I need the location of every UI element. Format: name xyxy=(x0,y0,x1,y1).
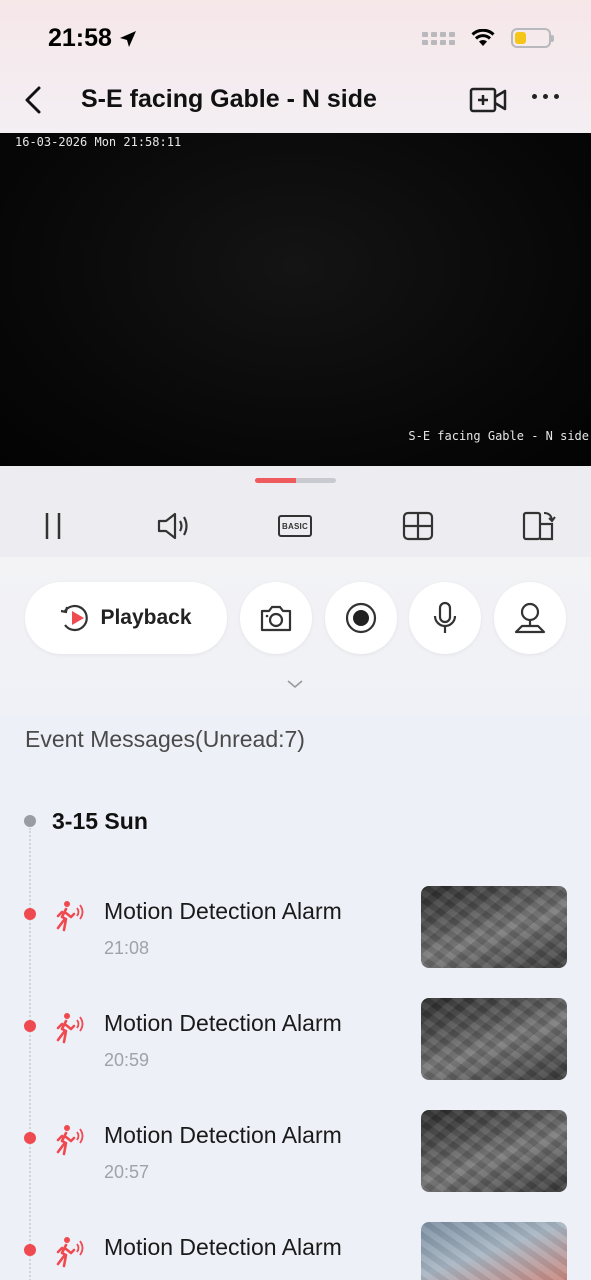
event-time: 20:57 xyxy=(104,1162,150,1182)
buffer-progress xyxy=(255,478,336,483)
event-item[interactable]: Motion Detection Alarm 21:08 xyxy=(0,886,591,988)
chevron-down-icon xyxy=(287,680,303,689)
battery-icon xyxy=(511,28,554,48)
status-right xyxy=(422,28,554,48)
event-thumbnail[interactable] xyxy=(421,1110,567,1192)
microphone-icon xyxy=(433,601,457,633)
quality-button[interactable]: BASIC xyxy=(277,510,313,542)
motion-alarm-icon xyxy=(56,1013,84,1044)
event-thumbnail[interactable] xyxy=(421,998,567,1080)
event-title: Motion Detection Alarm xyxy=(104,1010,342,1036)
playback-icon xyxy=(61,604,89,632)
talk-button[interactable] xyxy=(409,582,481,654)
wifi-icon xyxy=(471,29,495,46)
video-camera-name: S-E facing Gable - N side xyxy=(408,429,589,443)
video-timestamp: 16-03-2026 Mon 21:58:11 xyxy=(15,135,182,149)
more-icon xyxy=(532,94,537,99)
live-video[interactable]: 16-03-2026 Mon 21:58:11 S-E facing Gable… xyxy=(0,133,591,466)
event-time: 20:59 xyxy=(104,1050,150,1070)
add-camera-button[interactable] xyxy=(469,86,507,119)
sound-button[interactable] xyxy=(155,510,193,542)
unread-dot xyxy=(24,1244,36,1256)
action-bar: Playback xyxy=(0,557,591,715)
quality-icon: BASIC xyxy=(278,515,312,537)
status-time: 21:58 xyxy=(48,24,138,53)
event-title: Motion Detection Alarm xyxy=(104,1234,342,1260)
day-label: 3-15 Sun xyxy=(52,808,148,834)
rotate-screen-icon xyxy=(522,511,556,541)
more-button[interactable] xyxy=(532,94,559,99)
page-title: S-E facing Gable - N side xyxy=(81,85,377,113)
event-item[interactable]: Motion Detection Alarm xyxy=(0,1222,591,1280)
event-title: Motion Detection Alarm xyxy=(104,1122,342,1148)
event-item[interactable]: Motion Detection Alarm 20:59 xyxy=(0,998,591,1100)
camera-icon xyxy=(260,605,292,632)
record-button[interactable] xyxy=(325,582,397,654)
event-thumbnail[interactable] xyxy=(421,1222,567,1280)
pause-button[interactable] xyxy=(38,510,68,542)
buffer-progress-fill xyxy=(255,478,296,483)
event-item[interactable]: Motion Detection Alarm 20:57 xyxy=(0,1110,591,1212)
motion-alarm-icon xyxy=(56,901,84,932)
snapshot-button[interactable] xyxy=(240,582,312,654)
ptz-button[interactable] xyxy=(494,582,566,654)
signal-icon xyxy=(422,31,455,45)
record-icon xyxy=(345,602,377,634)
quality-label: BASIC xyxy=(282,521,308,531)
control-panel: BASIC xyxy=(0,466,591,557)
status-time-text: 21:58 xyxy=(48,24,112,52)
location-arrow-icon xyxy=(119,30,136,47)
event-title: Motion Detection Alarm xyxy=(104,898,342,924)
ptz-icon xyxy=(514,602,546,634)
back-button[interactable] xyxy=(24,84,54,116)
speaker-icon xyxy=(157,512,188,540)
event-thumbnail[interactable] xyxy=(421,886,567,968)
unread-dot xyxy=(24,1020,36,1032)
rotate-screen-button[interactable] xyxy=(521,510,557,542)
add-camera-icon xyxy=(469,87,507,113)
top-bar: 21:58 S-E facing Gable - N side xyxy=(0,0,591,133)
split-view-button[interactable] xyxy=(401,510,435,542)
event-time: 21:08 xyxy=(104,938,150,958)
back-icon xyxy=(25,86,41,114)
pause-icon xyxy=(45,513,61,539)
motion-alarm-icon xyxy=(56,1237,84,1268)
unread-dot xyxy=(24,1132,36,1144)
playback-button[interactable]: Playback xyxy=(25,582,227,654)
day-dot xyxy=(24,815,36,827)
unread-dot xyxy=(24,908,36,920)
expand-button[interactable] xyxy=(286,677,304,695)
grid-icon xyxy=(402,511,434,541)
playback-label: Playback xyxy=(100,606,192,629)
event-messages-header: Event Messages(Unread:7) xyxy=(25,726,305,752)
motion-alarm-icon xyxy=(56,1125,84,1156)
